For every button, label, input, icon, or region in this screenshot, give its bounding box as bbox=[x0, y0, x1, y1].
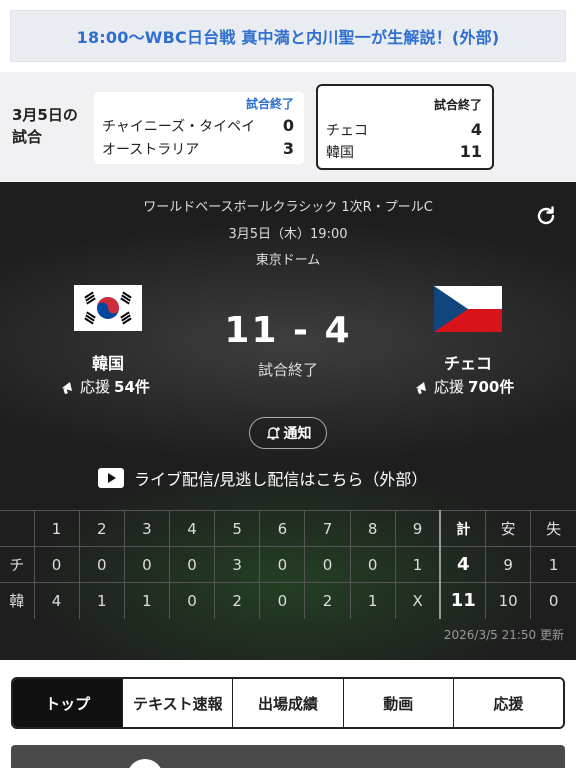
live-stream-link[interactable]: ライブ配信/見逃し配信はこちら（外部） bbox=[98, 466, 427, 490]
linescore-errors: 1 bbox=[530, 546, 576, 583]
linescore-header-cell: 5 bbox=[214, 510, 260, 547]
tab-video[interactable]: 動画 bbox=[342, 679, 453, 727]
game-state: 試合終了 bbox=[257, 361, 318, 379]
team-name: チェコ bbox=[326, 123, 368, 139]
linescore-header-cell: 6 bbox=[259, 510, 305, 547]
away-support-button[interactable]: 応援 700件 bbox=[414, 376, 514, 397]
linescore-cell: 0 bbox=[304, 546, 351, 583]
linescore-errors: 0 bbox=[530, 582, 576, 619]
bell-plus-icon bbox=[266, 427, 280, 440]
promo-banner[interactable]: 18:00〜WBC日台戦 真中満と内川聖一が生解説！(外部) bbox=[10, 10, 566, 62]
linescore-cell: 0 bbox=[259, 546, 305, 583]
linescore-cell: 0 bbox=[33, 546, 80, 583]
game-card-czech-korea-selected[interactable]: 試合終了 チェコ 4 韓国 11 bbox=[316, 84, 494, 170]
linescore-cell: 0 bbox=[168, 546, 215, 583]
linescore-cell: 0 bbox=[123, 546, 170, 583]
linescore-team: 韓 bbox=[0, 582, 34, 619]
linescore-hits: 10 bbox=[485, 582, 531, 619]
game-tabs: トップ テキスト速報 出場成績 動画 応援 bbox=[11, 677, 565, 729]
linescore-hits: 9 bbox=[485, 546, 531, 583]
linescore-table: 1 2 3 4 5 6 7 8 9 計 安 失 チ 0 0 0 0 3 0 0 … bbox=[0, 510, 576, 619]
linescore-header-total: 計 bbox=[439, 510, 486, 547]
team-score: 4 bbox=[470, 120, 482, 139]
linescore-cell: 1 bbox=[78, 582, 125, 619]
notify-button[interactable]: 通知 bbox=[249, 417, 327, 449]
support-label: 応援 bbox=[80, 378, 111, 396]
linescore-row-korea: 韓 4 1 1 0 2 0 2 1 X 11 10 0 bbox=[0, 582, 576, 619]
game-datetime: 3月5日（木）19:00 bbox=[228, 227, 348, 242]
live-stream-text: ライブ配信/見逃し配信はこちら（外部） bbox=[134, 470, 428, 489]
linescore-cell: 1 bbox=[123, 582, 170, 619]
megaphone-icon bbox=[62, 381, 72, 394]
team-name: チャイニーズ・タイペイ bbox=[102, 119, 256, 135]
megaphone-icon bbox=[416, 381, 426, 394]
partial-icon bbox=[127, 759, 163, 768]
linescore-header-cell bbox=[0, 510, 34, 547]
linescore-cell: 0 bbox=[259, 582, 305, 619]
tab-player-stats[interactable]: 出場成績 bbox=[232, 679, 343, 727]
tab-support[interactable]: 応援 bbox=[452, 679, 563, 727]
support-count: 54件 bbox=[114, 378, 150, 396]
team-score: 0 bbox=[282, 116, 294, 135]
linescore-header-cell: 3 bbox=[123, 510, 170, 547]
team-name: オーストラリア bbox=[102, 142, 200, 158]
linescore-header-cell: 失 bbox=[530, 510, 576, 547]
linescore-header-cell: 4 bbox=[168, 510, 215, 547]
team-score: 3 bbox=[282, 139, 294, 158]
linescore-header-cell: 1 bbox=[33, 510, 80, 547]
home-team-name[interactable]: 韓国 bbox=[48, 350, 168, 374]
linescore-header-cell: 安 bbox=[485, 510, 531, 547]
linescore-total: 4 bbox=[439, 546, 486, 583]
linescore-header-cell: 7 bbox=[304, 510, 351, 547]
promo-banner-text[interactable]: 18:00〜WBC日台戦 真中満と内川聖一が生解説！(外部) bbox=[77, 24, 500, 48]
away-team-name[interactable]: チェコ bbox=[408, 350, 528, 374]
tab-text-live[interactable]: テキスト速報 bbox=[122, 679, 233, 727]
linescore-cell: 1 bbox=[349, 582, 396, 619]
linescore-header-row: 1 2 3 4 5 6 7 8 9 計 安 失 bbox=[0, 510, 576, 547]
game-card-row: チャイニーズ・タイペイ 0 bbox=[102, 116, 294, 136]
game-status: 試合終了 bbox=[433, 98, 482, 112]
game-card-row: チェコ 4 bbox=[326, 120, 482, 140]
tab-top[interactable]: トップ bbox=[13, 679, 123, 727]
linescore-header-cell: 9 bbox=[394, 510, 441, 547]
linescore-header-cell: 8 bbox=[349, 510, 396, 547]
linescore-cell: 2 bbox=[304, 582, 351, 619]
updated-timestamp: 2026/3/5 21:50 更新 bbox=[443, 628, 564, 642]
refresh-icon[interactable] bbox=[534, 204, 558, 228]
linescore-cell: 1 bbox=[394, 546, 441, 583]
game-card-taipei-australia[interactable]: 試合終了 チャイニーズ・タイペイ 0 オーストラリア 3 bbox=[94, 92, 304, 164]
game-card-row: オーストラリア 3 bbox=[102, 139, 294, 159]
linescore-cell: 0 bbox=[349, 546, 396, 583]
korea-flag-icon bbox=[74, 285, 142, 331]
linescore-row-czech: チ 0 0 0 0 3 0 0 0 1 4 9 1 bbox=[0, 546, 576, 583]
linescore-header-cell: 2 bbox=[78, 510, 125, 547]
support-label: 応援 bbox=[434, 378, 465, 396]
game-card-row: 韓国 11 bbox=[326, 142, 482, 162]
linescore-total: 11 bbox=[439, 582, 486, 619]
games-date-label: 3月5日の試合 bbox=[12, 106, 78, 146]
linescore-cell: 0 bbox=[78, 546, 125, 583]
linescore-cell: 2 bbox=[214, 582, 260, 619]
linescore-cell: 4 bbox=[33, 582, 80, 619]
scoreboard: ワールドベースボールクラシック 1次R・プールC 3月5日（木）19:00 東京… bbox=[0, 182, 576, 660]
games-strip: 3月5日の試合 試合終了 チャイニーズ・タイペイ 0 オーストラリア 3 試合終… bbox=[0, 72, 576, 182]
final-score: 11 - 4 bbox=[224, 310, 352, 351]
game-status: 試合終了 bbox=[245, 97, 294, 111]
linescore-cell: X bbox=[394, 582, 441, 619]
home-support-button[interactable]: 応援 54件 bbox=[60, 376, 150, 397]
next-section-bar bbox=[11, 745, 565, 768]
linescore-team: チ bbox=[0, 546, 34, 583]
support-count: 700件 bbox=[468, 378, 515, 396]
team-score: 11 bbox=[459, 142, 482, 161]
game-venue: 東京ドーム bbox=[255, 253, 321, 268]
notify-label: 通知 bbox=[283, 426, 312, 442]
play-icon bbox=[98, 468, 124, 488]
team-name: 韓国 bbox=[326, 145, 354, 161]
game-title: ワールドベースボールクラシック 1次R・プールC bbox=[143, 200, 433, 215]
linescore-cell: 3 bbox=[214, 546, 260, 583]
czech-flag-icon bbox=[434, 286, 502, 332]
linescore-cell: 0 bbox=[168, 582, 215, 619]
